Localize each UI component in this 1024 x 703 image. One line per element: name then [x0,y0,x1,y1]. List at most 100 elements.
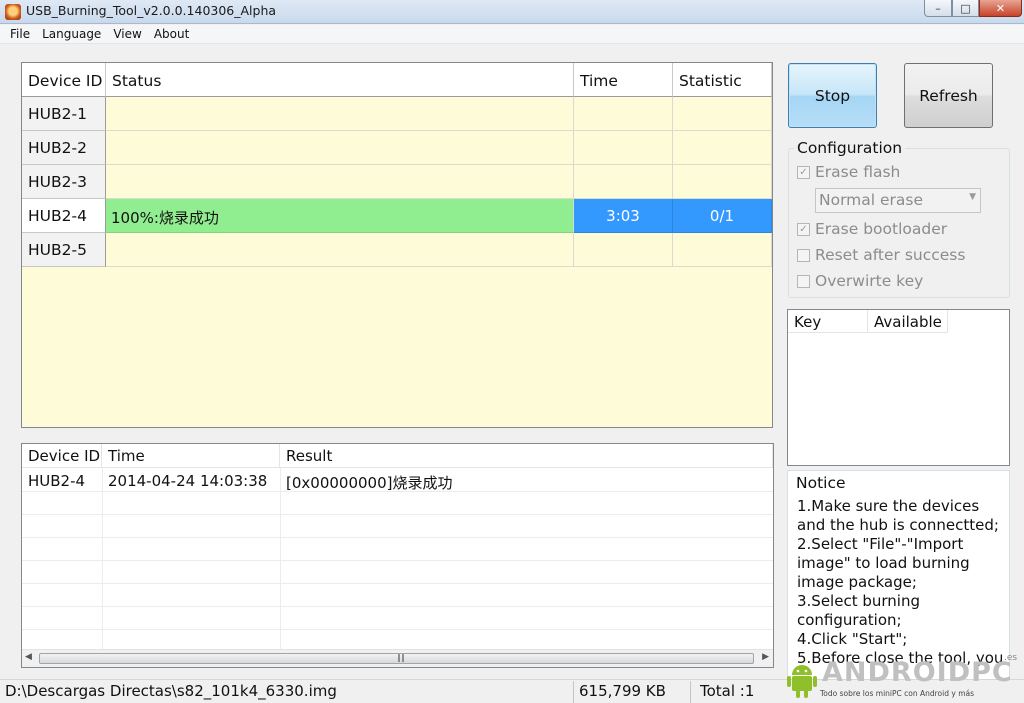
statistic-text: 0/1 [709,207,735,225]
statistic-cell [673,165,772,199]
image-size: 615,799 KB [579,682,666,700]
time-cell: 3:03 [574,199,673,233]
stop-button[interactable]: Stop [788,63,877,128]
log-cell-result: [0x00000000]烧录成功 [286,474,453,492]
status-cell [106,165,574,199]
status-divider [573,681,574,703]
row-divider [22,629,773,630]
status-text: 100%:烧录成功 [111,209,219,227]
erase-mode-select[interactable]: Normal erase ▼ [815,188,981,213]
statistic-cell: 0/1 [673,199,772,233]
watermark-brand: ANDROIDPC [822,657,1013,688]
time-cell [574,233,673,267]
row-divider [22,560,773,561]
scroll-right-icon[interactable]: ▶ [762,652,769,662]
header-time[interactable]: Time [574,63,673,97]
scroll-left-icon[interactable]: ◀ [25,652,32,662]
header-status[interactable]: Status [106,63,574,97]
status-text [106,233,573,241]
header-key[interactable]: Key [788,310,868,333]
horizontal-scrollbar[interactable]: ◀ ‖‖ ▶ [22,649,773,667]
menu-file[interactable]: File [0,25,36,43]
device-grid[interactable]: Device ID Status Time Statistic HUB2-1 H… [21,62,773,428]
status-cell [106,131,574,165]
notice-line: 4.Click "Start"; [797,630,908,648]
erase-bootloader-checkbox[interactable]: ✓ Erase bootloader [797,220,947,238]
log-header-result[interactable]: Result [280,444,773,468]
maximize-icon: □ [960,1,971,15]
device-row-hub2-1[interactable]: HUB2-1 [22,97,106,131]
minimize-icon: – [935,1,941,15]
refresh-button[interactable]: Refresh [904,63,993,128]
notice-title: Notice [796,474,846,492]
watermark-tld: .es [1004,653,1018,663]
row-divider [22,606,773,607]
device-row-hub2-3[interactable]: HUB2-3 [22,165,106,199]
total-count: Total :1 [700,682,755,700]
statistic-cell [673,131,772,165]
menu-view[interactable]: View [107,25,147,43]
status-cell [106,233,574,267]
notice-text: 1.Make sure the devices and the hub is c… [797,497,1003,668]
configuration-title: Configuration [794,139,906,157]
overwrite-key-label: Overwirte key [815,272,924,290]
notice-line: 1.Make sure the devices [797,497,980,515]
reset-after-success-label: Reset after success [815,246,966,264]
close-button[interactable]: ✕ [979,0,1022,17]
row-divider [22,537,773,538]
status-divider [690,681,691,703]
title-bar[interactable]: USB_Burning_Tool_v2.0.0.140306_Alpha – □… [0,0,1024,24]
notice-line: image" to load burning [797,554,970,572]
log-table[interactable]: Device ID Time Result HUB2-4 2014-04-24 … [21,443,774,668]
erase-bootloader-label: Erase bootloader [815,220,948,238]
erase-flash-checkbox[interactable]: ✓ Erase flash [797,163,900,181]
chevron-down-icon: ▼ [969,192,976,202]
device-row-hub2-5[interactable]: HUB2-5 [22,233,106,267]
log-cell-device-id: HUB2-4 [28,472,86,490]
status-cell-progress: 100%:烧录成功 [106,199,574,233]
grip-icon: ‖‖ [397,653,405,662]
maximize-button[interactable]: □ [952,0,979,17]
time-cell [574,131,673,165]
status-cell [106,97,574,131]
erase-flash-label: Erase flash [815,163,901,181]
minimize-button[interactable]: – [924,0,952,17]
status-text [106,97,573,105]
watermark-logo: ANDROIDPC .es Todo sobre los miniPC con … [786,653,1024,703]
log-header-device-id[interactable]: Device ID [22,444,102,468]
reset-after-success-checkbox[interactable]: Reset after success [797,246,965,264]
notice-line: 3.Select burning [797,592,920,610]
notice-line: 2.Select "File"-"Import [797,535,964,553]
watermark-tagline: Todo sobre los miniPC con Android y más [820,689,974,698]
row-divider [22,514,773,515]
status-text [106,131,573,139]
menu-about[interactable]: About [148,25,195,43]
close-icon: ✕ [995,1,1006,15]
time-text: 3:03 [606,207,640,225]
overwrite-key-checkbox[interactable]: Overwirte key [797,272,923,290]
android-robot-icon [787,665,817,698]
statistic-cell [673,233,772,267]
statistic-cell [673,97,772,131]
device-row-hub2-4[interactable]: HUB2-4 [22,199,106,233]
status-text [106,165,573,173]
window-title: USB_Burning_Tool_v2.0.0.140306_Alpha [26,3,277,18]
header-device-id[interactable]: Device ID [22,63,106,97]
checkbox-unchecked-icon [797,274,810,288]
header-available[interactable]: Available [868,310,948,333]
checkbox-unchecked-icon [797,248,810,262]
menu-language[interactable]: Language [36,25,107,43]
device-row-hub2-2[interactable]: HUB2-2 [22,131,106,165]
checkbox-checked-icon: ✓ [797,222,810,236]
key-table[interactable]: Key Available [787,309,1010,466]
time-cell [574,97,673,131]
log-header-time[interactable]: Time [102,444,280,468]
time-cell [574,165,673,199]
scrollbar-thumb[interactable]: ‖‖ [39,653,754,664]
header-statistic[interactable]: Statistic [673,63,772,97]
log-cell-time: 2014-04-24 14:03:38 [108,472,268,490]
notice-line: and the hub is connectted; [797,516,999,534]
row-divider [22,583,773,584]
checkbox-checked-icon: ✓ [797,165,810,179]
erase-mode-value: Normal erase [819,191,924,209]
